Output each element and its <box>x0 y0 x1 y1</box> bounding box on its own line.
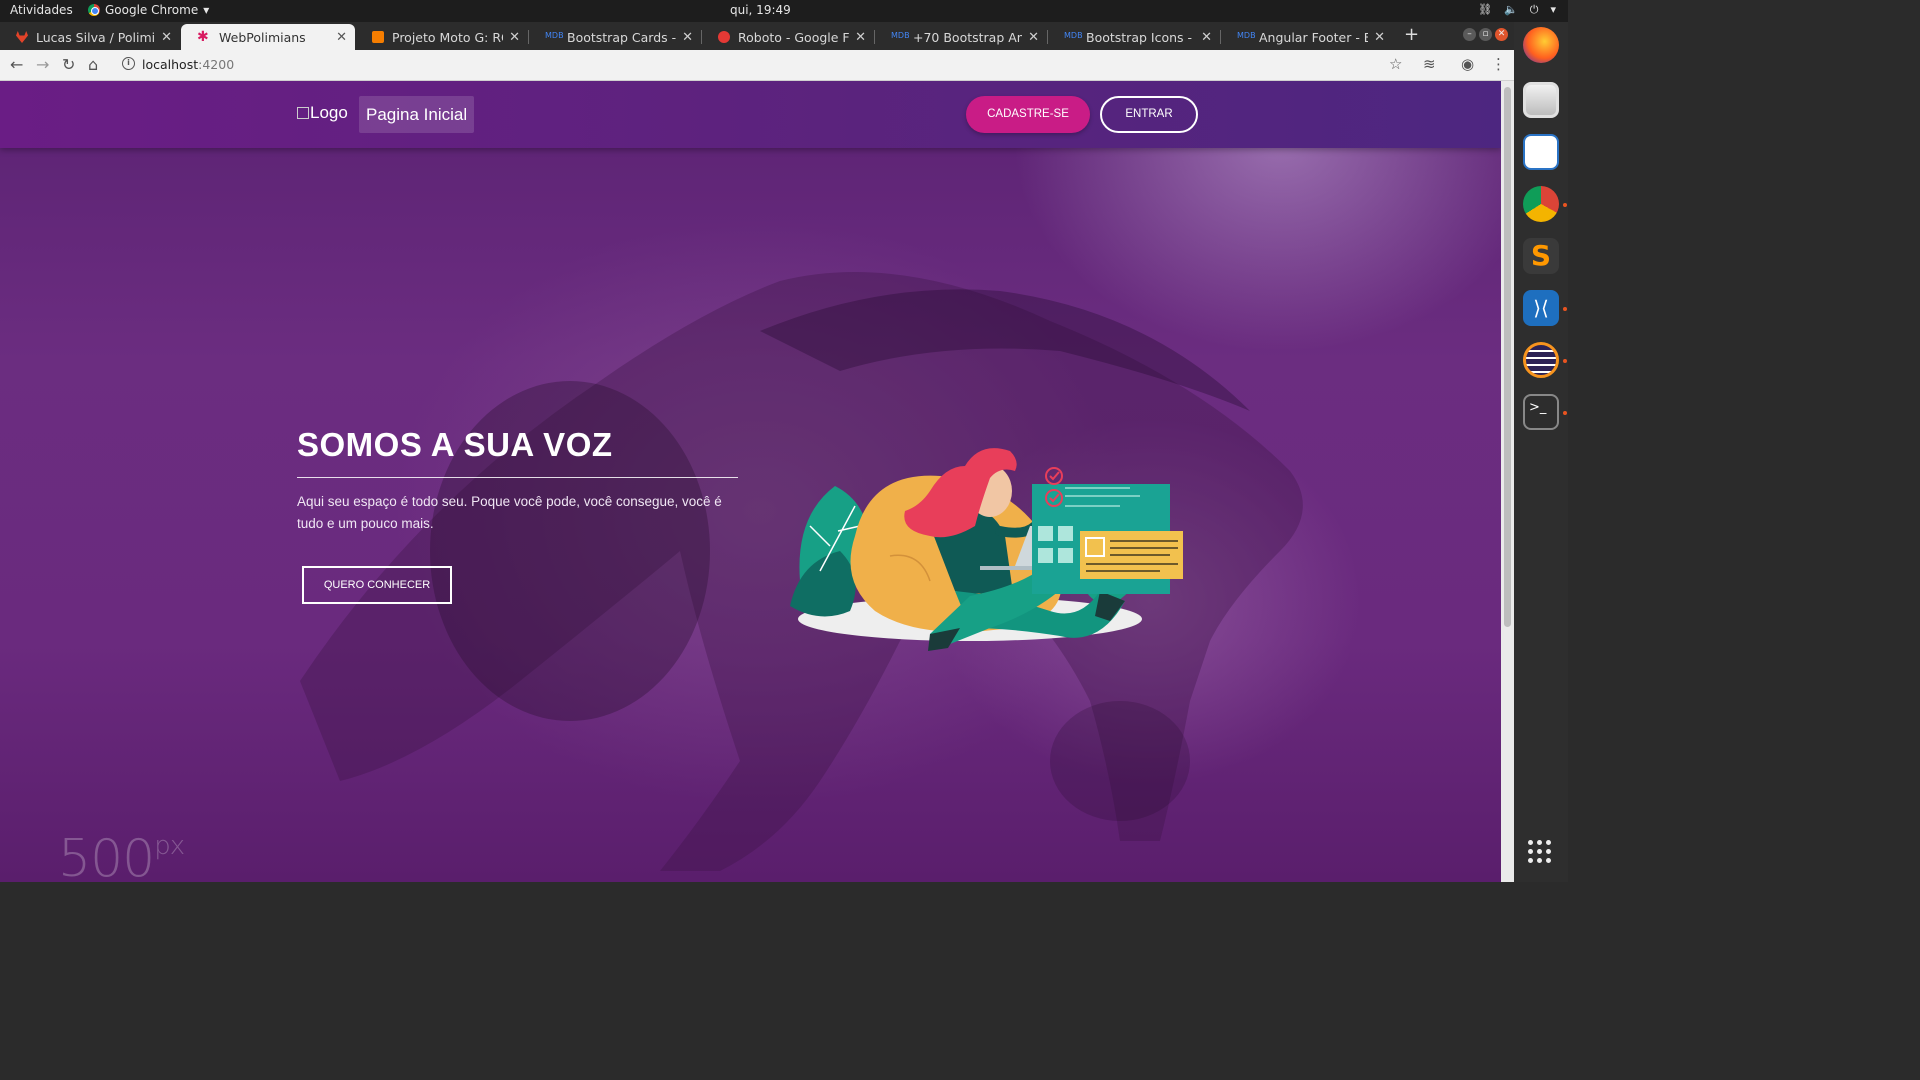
vscode-icon[interactable]: ⟩⟨ <box>1523 290 1559 326</box>
home-button[interactable]: ⌂ <box>88 55 98 74</box>
tab-title: Lucas Silva / Polimian <box>36 29 156 45</box>
login-button[interactable]: ENTRAR <box>1100 96 1198 133</box>
blogger-icon <box>372 31 384 43</box>
bookmark-star-icon[interactable]: ☆ <box>1389 55 1402 73</box>
minimize-button[interactable]: – <box>1463 28 1476 41</box>
hero-title: SOMOS A SUA VOZ <box>297 426 613 463</box>
tab-strip: Lucas Silva / Polimian ✕ ✱ WebPolimians … <box>0 22 1514 50</box>
new-tab-button[interactable]: + <box>1404 24 1419 45</box>
hero-text: Aqui seu espaço é todo seu. Poque você p… <box>297 494 722 531</box>
volume-icon: 🔈 <box>1504 3 1518 16</box>
tab-title: Angular Footer - Boo <box>1259 29 1368 45</box>
sublime-text-icon[interactable]: S <box>1523 238 1559 274</box>
clock[interactable]: qui, 19:49 <box>730 3 791 17</box>
close-icon[interactable]: ✕ <box>855 30 866 45</box>
close-icon[interactable]: ✕ <box>336 30 347 45</box>
firefox-icon[interactable] <box>1523 27 1559 63</box>
chevron-down-icon: ▾ <box>203 3 210 17</box>
extension-icon[interactable]: ≋ <box>1423 55 1436 73</box>
watermark-main: 500 <box>58 829 155 882</box>
forward-button[interactable]: → <box>36 55 49 74</box>
mdb-icon: MDB <box>1237 31 1256 40</box>
power-icon: ⏻ <box>1529 3 1539 16</box>
nav-home-link[interactable]: Pagina Inicial <box>359 96 475 133</box>
close-icon[interactable]: ✕ <box>1374 30 1385 45</box>
mdb-icon: MDB <box>1064 31 1083 40</box>
menu-kebab-icon[interactable]: ⋮ <box>1491 55 1506 73</box>
hero-background-image <box>300 272 1303 871</box>
tab-webpolimians[interactable]: ✱ WebPolimians ✕ <box>181 24 355 50</box>
site-info-icon[interactable]: i <box>122 57 135 70</box>
tab-title: +70 Bootstrap Anima <box>913 29 1023 45</box>
mdb-icon: MDB <box>545 31 564 40</box>
scrollbar-thumb[interactable] <box>1504 87 1511 627</box>
address-bar[interactable]: localhost:4200 <box>142 57 234 72</box>
hero-illustration <box>790 448 1183 651</box>
mdb-icon: MDB <box>891 31 910 40</box>
network-icon: ⛓ <box>1478 3 1493 16</box>
close-icon[interactable]: ✕ <box>161 30 172 45</box>
ubuntu-dock: S ⟩⟨ >_ <box>1514 22 1568 882</box>
logo-alt-text: Logo <box>310 103 348 122</box>
tab-title: Projeto Moto G: ROM <box>392 29 503 45</box>
show-applications-icon[interactable] <box>1528 840 1551 863</box>
google-fonts-icon <box>718 31 730 43</box>
url-host: localhost <box>142 57 199 72</box>
tab-title: Bootstrap Icons - exa <box>1086 29 1195 45</box>
activities-button[interactable]: Atividades <box>10 3 73 17</box>
cta-button[interactable]: QUERO CONHECER <box>302 566 452 604</box>
browser-toolbar: ← → ↻ ⌂ i localhost:4200 ☆ ≋ ◉ ⋮ <box>0 50 1514 81</box>
running-indicator <box>1563 411 1567 415</box>
running-indicator <box>1563 203 1567 207</box>
system-top-bar: Atividades Google Chrome ▾ qui, 19:49 ⛓ … <box>0 0 1568 22</box>
watermark-sup: px <box>154 831 185 861</box>
url-port: :4200 <box>198 57 235 72</box>
running-indicator <box>1563 307 1567 311</box>
tab-roboto[interactable]: Roboto - Google Font ✕ <box>702 24 874 50</box>
tab-bootstrap-icons[interactable]: MDB Bootstrap Icons - exa ✕ <box>1048 24 1220 50</box>
signup-button[interactable]: CADASTRE-SE <box>966 96 1090 133</box>
files-icon[interactable] <box>1523 82 1559 118</box>
hero-divider <box>297 477 738 478</box>
window-controls: – ▫ ✕ <box>1463 28 1508 41</box>
angular-star-icon: ✱ <box>197 29 209 45</box>
watermark-500px: 500px <box>58 829 185 882</box>
close-window-button[interactable]: ✕ <box>1495 28 1508 41</box>
broken-image-icon <box>297 107 309 119</box>
writer-icon[interactable] <box>1523 134 1559 170</box>
app-menu[interactable]: Google Chrome ▾ <box>88 3 209 17</box>
tab-title: Bootstrap Cards - exa <box>567 29 677 45</box>
running-indicator <box>1563 359 1567 363</box>
system-tray[interactable]: ⛓ 🔈 ⏻ ▾ <box>1478 3 1556 17</box>
tab-title: Roboto - Google Font <box>738 29 850 45</box>
tab-blogger[interactable]: Projeto Moto G: ROM ✕ <box>356 24 528 50</box>
tab-title: WebPolimians <box>219 29 306 45</box>
site-navbar: Logo Pagina Inicial CADASTRE-SE ENTRAR <box>0 81 1501 148</box>
eclipse-icon[interactable] <box>1523 342 1559 378</box>
page-scrollbar[interactable] <box>1501 81 1514 882</box>
tab-angular-footer[interactable]: MDB Angular Footer - Boo ✕ <box>1221 24 1393 50</box>
maximize-button[interactable]: ▫ <box>1479 28 1492 41</box>
tab-bootstrap-cards[interactable]: MDB Bootstrap Cards - exa ✕ <box>529 24 701 50</box>
page-viewport: Logo Pagina Inicial CADASTRE-SE ENTRAR S… <box>0 81 1501 882</box>
reload-button[interactable]: ↻ <box>62 55 75 74</box>
close-icon[interactable]: ✕ <box>682 30 693 45</box>
profile-icon[interactable]: ◉ <box>1461 55 1474 73</box>
logo-image[interactable]: Logo <box>297 103 348 123</box>
chevron-down-icon: ▾ <box>1550 3 1556 16</box>
gitlab-icon <box>16 31 28 43</box>
app-menu-label: Google Chrome <box>105 3 199 17</box>
chrome-icon <box>88 4 100 16</box>
close-icon[interactable]: ✕ <box>1201 30 1212 45</box>
close-icon[interactable]: ✕ <box>509 30 520 45</box>
close-icon[interactable]: ✕ <box>1028 30 1039 45</box>
back-button[interactable]: ← <box>10 55 23 74</box>
tab-gitlab[interactable]: Lucas Silva / Polimian ✕ <box>0 24 180 50</box>
terminal-icon[interactable]: >_ <box>1523 394 1559 430</box>
tab-bootstrap-animations[interactable]: MDB +70 Bootstrap Anima ✕ <box>875 24 1047 50</box>
chrome-dock-icon[interactable] <box>1523 186 1559 222</box>
